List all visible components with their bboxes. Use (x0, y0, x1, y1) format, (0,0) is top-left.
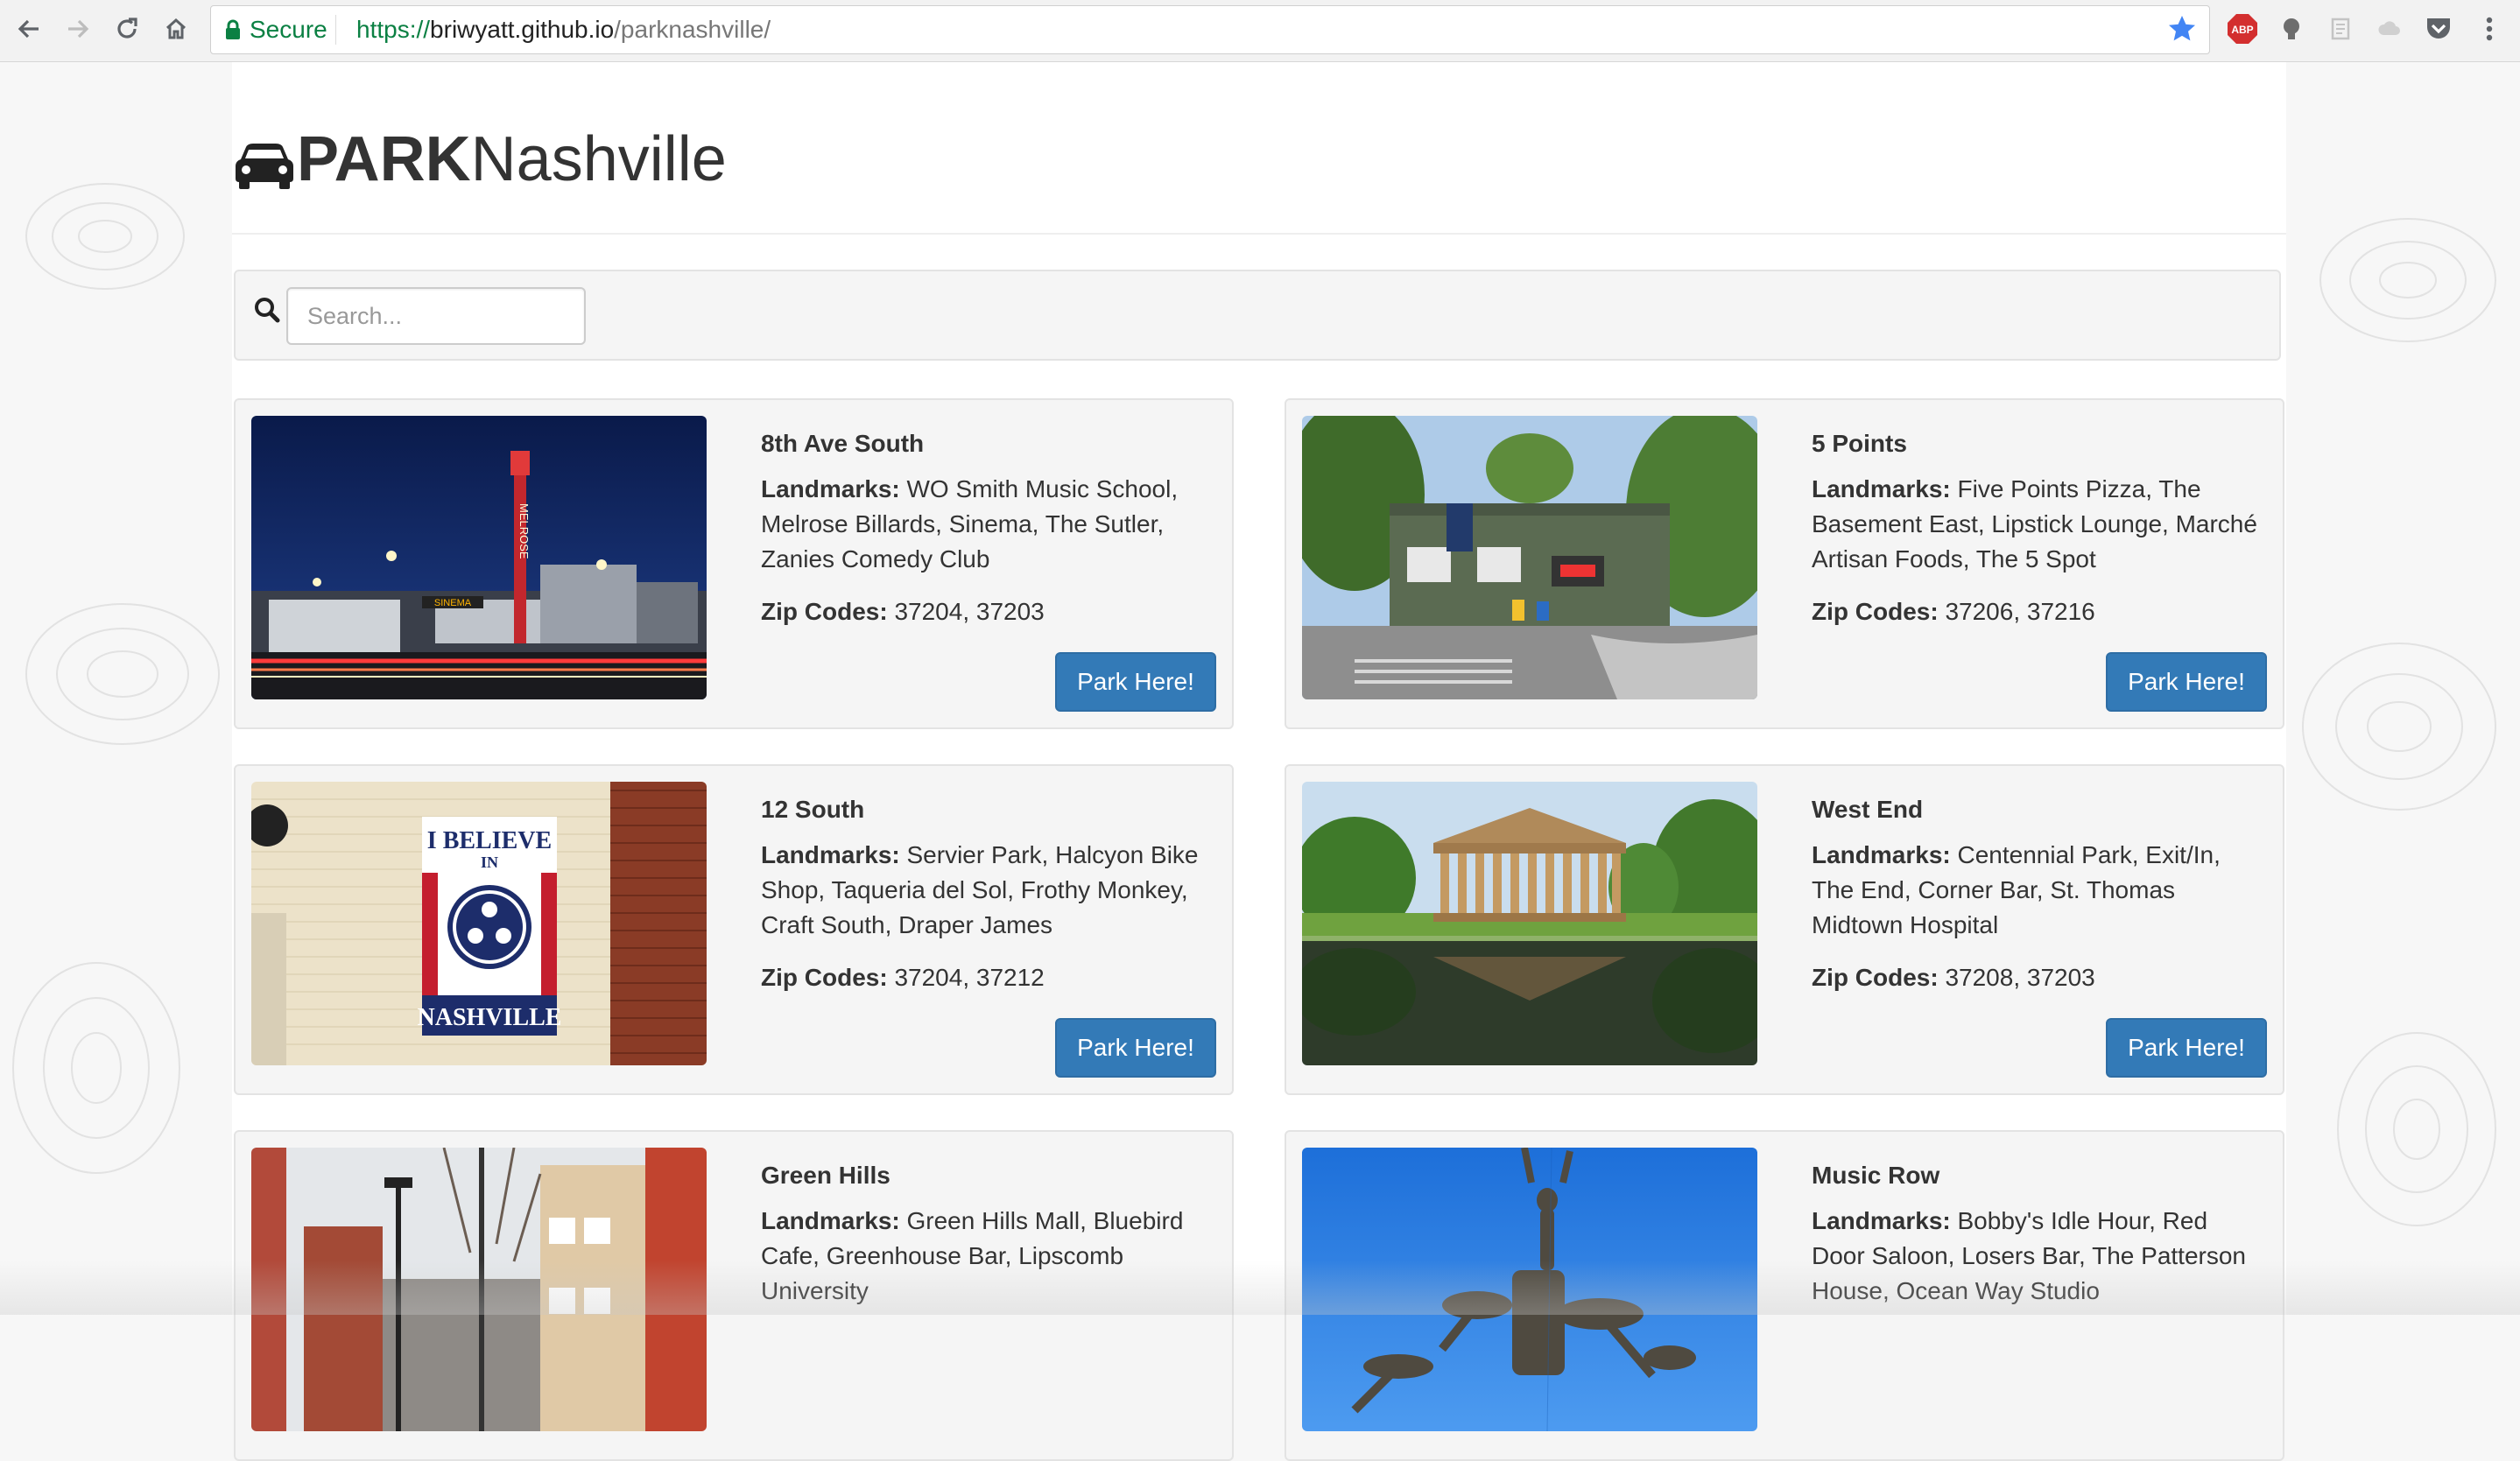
pocket-icon (2427, 18, 2450, 39)
neighborhood-card: MELROSE SINEMA 8th Ave South Landmarks: … (234, 398, 1234, 729)
site-title-bold: PARK (297, 124, 471, 194)
neighborhood-photo (1302, 782, 1757, 1065)
pocket-extension-button[interactable] (2422, 12, 2455, 46)
landmarks-label: Landmarks: (761, 1207, 900, 1234)
neighborhood-card: 5 Points Landmarks: Five Points Pizza, T… (1285, 398, 2284, 729)
mural-bottom-text: NASHVILLE (418, 1004, 562, 1031)
landmarks-label: Landmarks: (761, 475, 900, 502)
site-title: PARKNashville (297, 128, 727, 191)
zip-codes-text: Zip Codes: 37204, 37203 (761, 594, 1216, 629)
park-here-button[interactable]: Park Here! (2106, 1018, 2267, 1078)
page-extension-button[interactable] (2324, 12, 2357, 46)
park-here-button[interactable]: Park Here! (2106, 652, 2267, 712)
landmarks-text: Landmarks: Five Points Pizza, The Baseme… (1812, 472, 2267, 577)
browser-menu-button[interactable] (2476, 12, 2502, 46)
search-input[interactable] (286, 287, 586, 345)
forward-arrow-icon (68, 19, 89, 39)
mural-mid-text: IN (481, 853, 498, 871)
neighborhood-name: 5 Points (1812, 430, 1907, 457)
search-panel (234, 270, 2281, 361)
zip-codes-label: Zip Codes: (1812, 964, 1939, 991)
park-here-button[interactable]: Park Here! (1055, 652, 1216, 712)
lightbulb-icon (2284, 18, 2299, 39)
zip-codes-value: 37204, 37212 (894, 964, 1045, 991)
neighborhood-photo: MELROSE SINEMA (251, 416, 707, 699)
home-button[interactable] (156, 9, 196, 49)
melrose-sign: MELROSE (517, 503, 531, 559)
neighborhood-info: West End Landmarks: Centennial Park, Exi… (1812, 792, 2267, 1013)
forward-button[interactable] (58, 9, 98, 49)
car-icon (236, 144, 293, 189)
neighborhood-photo: I BELIEVE IN NASHVILLE (251, 782, 707, 1065)
secure-indicator[interactable]: Secure (225, 6, 327, 53)
search-icon (255, 298, 280, 323)
neighborhood-info: 8th Ave South Landmarks: WO Smith Music … (761, 426, 1216, 647)
lock-icon (226, 19, 240, 39)
zip-codes-text: Zip Codes: 37204, 37212 (761, 960, 1216, 995)
landmarks-label: Landmarks: (761, 841, 900, 868)
zip-codes-text: Zip Codes: 37208, 37203 (1812, 960, 2267, 995)
header-divider (232, 233, 2286, 235)
neighborhood-info: 5 Points Landmarks: Five Points Pizza, T… (1812, 426, 2267, 647)
zip-codes-label: Zip Codes: (761, 598, 888, 625)
adblock-extension-button[interactable]: ABP (2226, 12, 2259, 46)
park-here-button[interactable]: Park Here! (1055, 1018, 1216, 1078)
secure-label: Secure (250, 16, 327, 43)
bookmark-star-button[interactable] (2167, 14, 2197, 48)
reload-icon (117, 18, 137, 39)
site-logo[interactable]: PARKNashville (234, 128, 727, 191)
cloud-extension-button[interactable] (2373, 12, 2406, 46)
site-title-rest: Nashville (470, 124, 727, 194)
back-arrow-icon (18, 19, 39, 39)
neighborhood-card: I BELIEVE IN NASHVILLE 12 South Landmark… (234, 764, 1234, 1095)
neighborhood-name: West End (1812, 796, 1924, 823)
neighborhood-name: Music Row (1812, 1162, 1940, 1189)
neighborhood-name: Green Hills (761, 1162, 890, 1189)
lightbulb-extension-button[interactable] (2275, 12, 2308, 46)
zip-codes-label: Zip Codes: (761, 964, 888, 991)
reload-button[interactable] (107, 9, 147, 49)
cloud-icon (2378, 21, 2400, 35)
star-icon (2169, 16, 2195, 41)
sinema-sign: SINEMA (434, 598, 472, 608)
adblock-icon: ABP (2228, 14, 2257, 44)
address-bar[interactable]: Secure https://briwyatt.github.io/parkna… (210, 5, 2210, 54)
url-text[interactable]: https://briwyatt.github.io/parknashville… (356, 6, 771, 53)
neighborhood-info: 12 South Landmarks: Servier Park, Halcyo… (761, 792, 1216, 1013)
page-container: PARKNashville MELROSE SINEMA (232, 61, 2286, 1461)
zip-codes-value: 37208, 37203 (1945, 964, 2095, 991)
zip-codes-label: Zip Codes: (1812, 598, 1939, 625)
url-host: briwyatt.github.io (430, 16, 615, 43)
landmarks-text: Landmarks: WO Smith Music School, Melros… (761, 472, 1216, 577)
mural-top-text: I BELIEVE (427, 827, 552, 854)
bottom-fade (0, 1261, 2520, 1315)
landmarks-text: Landmarks: Centennial Park, Exit/In, The… (1812, 838, 2267, 943)
page-icon (2331, 18, 2350, 40)
home-icon (165, 18, 187, 39)
url-scheme: https:// (356, 16, 431, 43)
adblock-label: ABP (2231, 24, 2253, 36)
neighborhood-name: 8th Ave South (761, 430, 925, 457)
landmarks-label: Landmarks: (1812, 475, 1951, 502)
back-button[interactable] (9, 9, 49, 49)
divider (335, 15, 336, 45)
landmarks-text: Landmarks: Servier Park, Halcyon Bike Sh… (761, 838, 1216, 943)
neighborhood-photo (1302, 416, 1757, 699)
landmarks-label: Landmarks: (1812, 841, 1951, 868)
neighborhood-card: West End Landmarks: Centennial Park, Exi… (1285, 764, 2284, 1095)
zip-codes-value: 37206, 37216 (1945, 598, 2095, 625)
neighborhood-name: 12 South (761, 796, 865, 823)
zip-codes-value: 37204, 37203 (894, 598, 1045, 625)
browser-toolbar: Secure https://briwyatt.github.io/parkna… (0, 0, 2520, 62)
zip-codes-text: Zip Codes: 37206, 37216 (1812, 594, 2267, 629)
more-vertical-icon (2486, 17, 2493, 41)
url-path: /parknashville/ (614, 16, 771, 43)
landmarks-label: Landmarks: (1812, 1207, 1951, 1234)
